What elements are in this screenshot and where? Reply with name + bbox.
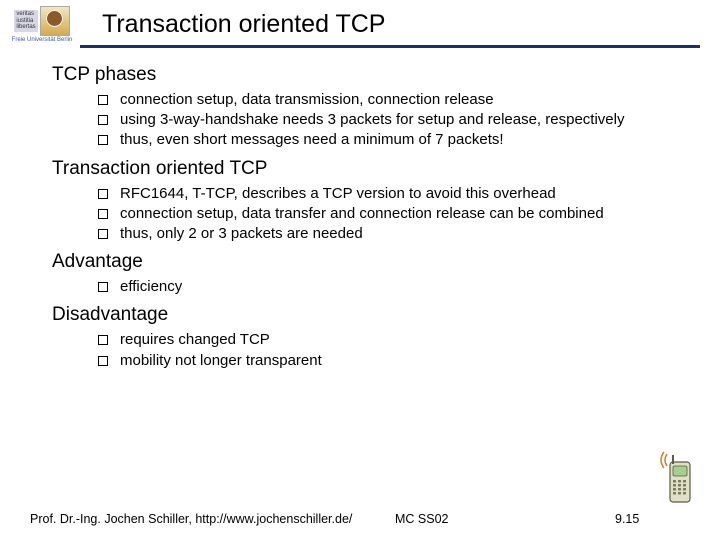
list-item: connection setup, data transfer and conn… xyxy=(98,204,690,223)
slide-title: Transaction oriented TCP xyxy=(102,10,385,39)
bullet-list: connection setup, data transmission, con… xyxy=(52,90,690,150)
bullet-list: RFC1644, T-TCP, describes a TCP version … xyxy=(52,184,690,244)
footer-author: Prof. Dr.-Ing. Jochen Schiller, http://w… xyxy=(30,512,395,526)
motto-line: iustitia xyxy=(16,18,35,25)
bullet-list: requires changed TCP mobility not longer… xyxy=(52,330,690,369)
list-item: using 3-way-handshake needs 3 packets fo… xyxy=(98,110,690,129)
university-name: Freie Universität Berlin xyxy=(12,37,73,43)
list-item: RFC1644, T-TCP, describes a TCP version … xyxy=(98,184,690,203)
bullet-list: efficiency xyxy=(52,277,690,296)
mobile-phone-icon xyxy=(656,450,698,506)
slide-content: TCP phases connection setup, data transm… xyxy=(0,48,720,370)
list-item: mobility not longer transparent xyxy=(98,351,690,370)
list-item: efficiency xyxy=(98,277,690,296)
list-item: thus, only 2 or 3 packets are needed xyxy=(98,224,690,243)
slide-header: veritas iustitia libertas Freie Universi… xyxy=(0,0,720,43)
list-item: thus, even short messages need a minimum… xyxy=(98,130,690,149)
seal-icon xyxy=(40,6,70,36)
section-heading: Transaction oriented TCP xyxy=(52,158,690,180)
footer-course: MC SS02 xyxy=(395,512,575,526)
section-heading: Disadvantage xyxy=(52,304,690,326)
list-item: requires changed TCP xyxy=(98,330,690,349)
logo-motto: veritas iustitia libertas xyxy=(14,10,37,32)
footer-page-number: 9.15 xyxy=(575,512,690,526)
section-heading: TCP phases xyxy=(52,64,690,86)
slide-footer: Prof. Dr.-Ing. Jochen Schiller, http://w… xyxy=(30,512,690,526)
list-item: connection setup, data transmission, con… xyxy=(98,90,690,109)
motto-line: veritas xyxy=(16,11,35,18)
motto-line: libertas xyxy=(16,24,35,31)
university-logo: veritas iustitia libertas Freie Universi… xyxy=(8,6,76,43)
section-heading: Advantage xyxy=(52,251,690,273)
